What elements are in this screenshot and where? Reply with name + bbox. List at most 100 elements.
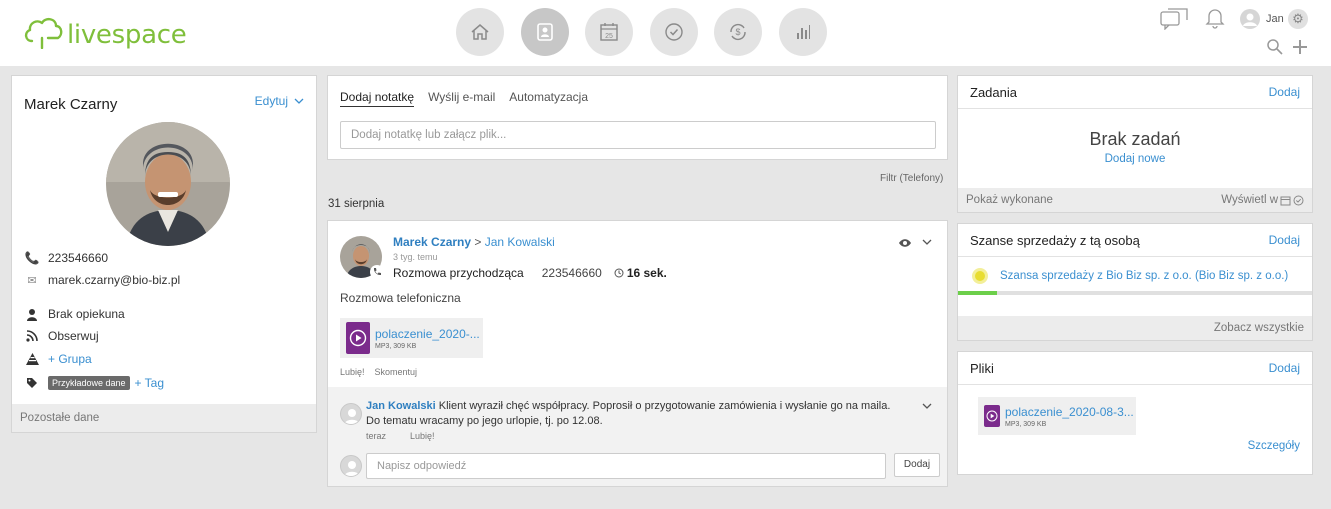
comment-section: Jan Kowalski Klient wyraził chęć współpr… xyxy=(328,387,947,486)
chat-icon[interactable] xyxy=(1160,8,1190,30)
owner-value: Brak opiekuna xyxy=(48,307,125,321)
audio-file-icon xyxy=(984,405,1000,427)
main-nav: 25 $ xyxy=(456,8,827,56)
comment-avatar xyxy=(340,403,362,425)
tab-add-note[interactable]: Dodaj notatkę xyxy=(340,90,415,107)
envelope-icon: ✉ xyxy=(27,274,37,287)
filter-link[interactable]: Filtr (Telefony) xyxy=(880,173,943,184)
phone-row[interactable]: 📞 223546660 xyxy=(24,251,109,265)
event-description: Rozmowa telefoniczna xyxy=(340,291,461,305)
deal-status-icon xyxy=(972,268,988,284)
tasks-empty-title: Brak zadań xyxy=(1089,129,1181,149)
clock-icon xyxy=(614,268,624,278)
tasks-panel: Zadania Dodaj Brak zadań Dodaj nowe Poka… xyxy=(957,75,1313,213)
chevron-down-icon[interactable] xyxy=(922,403,932,410)
reply-input[interactable]: Napisz odpowiedź xyxy=(366,453,886,479)
nav-calendar-button[interactable]: 25 xyxy=(585,8,633,56)
nav-tasks-button[interactable] xyxy=(649,8,698,56)
more-data-link[interactable]: Pozostałe dane xyxy=(12,404,316,432)
cloud-logo-icon xyxy=(24,18,63,49)
tasks-add-link[interactable]: Dodaj xyxy=(1269,85,1300,99)
tab-send-email[interactable]: Wyślij e-mail xyxy=(428,90,495,107)
deals-add-link[interactable]: Dodaj xyxy=(1269,233,1300,247)
tag-icon xyxy=(24,376,40,390)
comment-button[interactable]: Skomentuj xyxy=(375,367,418,377)
nav-reports-button[interactable] xyxy=(778,8,827,56)
owner-row[interactable]: Brak opiekuna xyxy=(24,307,125,321)
tags-row: Przykładowe dane + Tag xyxy=(24,376,164,390)
event-to-link[interactable]: Jan Kowalski xyxy=(485,235,555,249)
logo[interactable]: livespace xyxy=(22,12,187,52)
add-group-link[interactable]: + Grupa xyxy=(48,352,92,366)
eye-icon[interactable] xyxy=(898,238,912,248)
audio-file-icon xyxy=(346,322,370,354)
email-row[interactable]: ✉ marek.czarny@bio-biz.pl xyxy=(24,273,180,287)
tasks-title: Zadania xyxy=(970,85,1017,100)
comment-author-link[interactable]: Jan Kowalski xyxy=(366,400,436,412)
like-button[interactable]: Lubię! xyxy=(340,367,365,377)
files-add-link[interactable]: Dodaj xyxy=(1269,361,1300,375)
group-icon xyxy=(24,352,40,366)
calendar-icon[interactable] xyxy=(1280,195,1291,206)
tasks-add-new-link[interactable]: Dodaj nowe xyxy=(958,153,1312,165)
call-duration: 16 sek. xyxy=(614,266,667,280)
comment-like-button[interactable]: Lubię! xyxy=(410,431,435,441)
files-details-link[interactable]: Szczegóły xyxy=(1248,440,1300,452)
event-call-info: Rozmowa przychodząca 223546660 16 sek. xyxy=(393,266,667,280)
nav-deals-button[interactable]: $ xyxy=(714,8,762,56)
divider xyxy=(958,256,1312,257)
user-name[interactable]: Jan xyxy=(1266,13,1284,25)
deals-panel: Szanse sprzedaży z tą osobą Dodaj Szansa… xyxy=(957,223,1313,341)
event-attachment[interactable]: polaczenie_2020-... MP3, 309 KB xyxy=(340,318,483,358)
follow-label: Obserwuj xyxy=(48,329,99,343)
files-title: Pliki xyxy=(970,361,994,376)
nav-home-button[interactable] xyxy=(456,8,504,56)
svg-text:$: $ xyxy=(735,27,740,37)
add-tag-link[interactable]: + Tag xyxy=(135,376,164,390)
user-avatar[interactable] xyxy=(1240,9,1260,29)
attachment-name[interactable]: polaczenie_2020-... xyxy=(375,327,480,341)
tag-chip[interactable]: Przykładowe dane xyxy=(48,376,130,390)
reply-avatar xyxy=(340,455,362,477)
comment-body: Jan Kowalski Klient wyraził chęć współpr… xyxy=(366,399,906,429)
edit-label: Edytuj xyxy=(254,94,288,108)
user-icon xyxy=(1243,13,1257,26)
follow-row[interactable]: Obserwuj xyxy=(24,329,99,343)
contact-name: Marek Czarny xyxy=(24,96,118,113)
event-from-link[interactable]: Marek Czarny xyxy=(393,235,471,249)
chevron-down-icon[interactable] xyxy=(922,239,932,246)
edit-button[interactable]: Edytuj xyxy=(255,94,304,108)
file-item[interactable]: polaczenie_2020-08-3... MP3, 309 KB xyxy=(978,397,1136,435)
timeline-date: 31 sierpnia xyxy=(328,198,385,210)
call-phone: 223546660 xyxy=(541,266,602,280)
tasks-footer: Pokaż wykonane Wyświetl w xyxy=(958,188,1312,212)
phone-call-badge-icon xyxy=(370,265,384,279)
deals-see-all-link[interactable]: Zobacz wszystkie xyxy=(958,316,1312,340)
money-cycle-icon: $ xyxy=(730,23,746,41)
event-actions: Lubię! Skomentuj xyxy=(340,367,417,377)
nav-contacts-button[interactable] xyxy=(520,8,569,56)
comment-text: Klient wyraził chęć współpracy. Poprosił… xyxy=(366,400,891,427)
email-value: marek.czarny@bio-biz.pl xyxy=(48,273,181,287)
gear-icon[interactable]: ⚙ xyxy=(1288,9,1308,29)
group-row[interactable]: + Grupa xyxy=(24,352,92,366)
show-in-control[interactable]: Wyświetl w xyxy=(1221,188,1304,212)
files-panel: Pliki Dodaj polaczenie_2020-08-3... MP3,… xyxy=(957,351,1313,475)
deal-link[interactable]: Szansa sprzedaży z Bio Biz sp. z o.o. (B… xyxy=(1000,270,1288,282)
deal-progress-fill xyxy=(958,291,997,295)
composer-card: Dodaj notatkę Wyślij e-mail Automatyzacj… xyxy=(327,75,948,160)
show-done-link[interactable]: Pokaż wykonane xyxy=(966,194,1053,206)
search-icon[interactable] xyxy=(1266,38,1284,56)
deal-progress-track xyxy=(958,291,1312,295)
composer-tabs: Dodaj notatkę Wyślij e-mail Automatyzacj… xyxy=(340,90,588,107)
plus-icon[interactable] xyxy=(1291,38,1309,56)
check-circle-icon[interactable] xyxy=(1293,195,1304,206)
rss-icon xyxy=(24,329,40,343)
note-input[interactable]: Dodaj notatkę lub załącz plik... xyxy=(340,121,936,149)
file-name[interactable]: polaczenie_2020-08-3... xyxy=(1005,405,1134,419)
chevron-down-icon xyxy=(294,98,304,104)
tab-automation[interactable]: Automatyzacja xyxy=(509,90,588,107)
reply-submit-button[interactable]: Dodaj xyxy=(894,453,940,477)
bell-icon[interactable] xyxy=(1205,7,1225,29)
logo-text: livespace xyxy=(67,20,187,50)
